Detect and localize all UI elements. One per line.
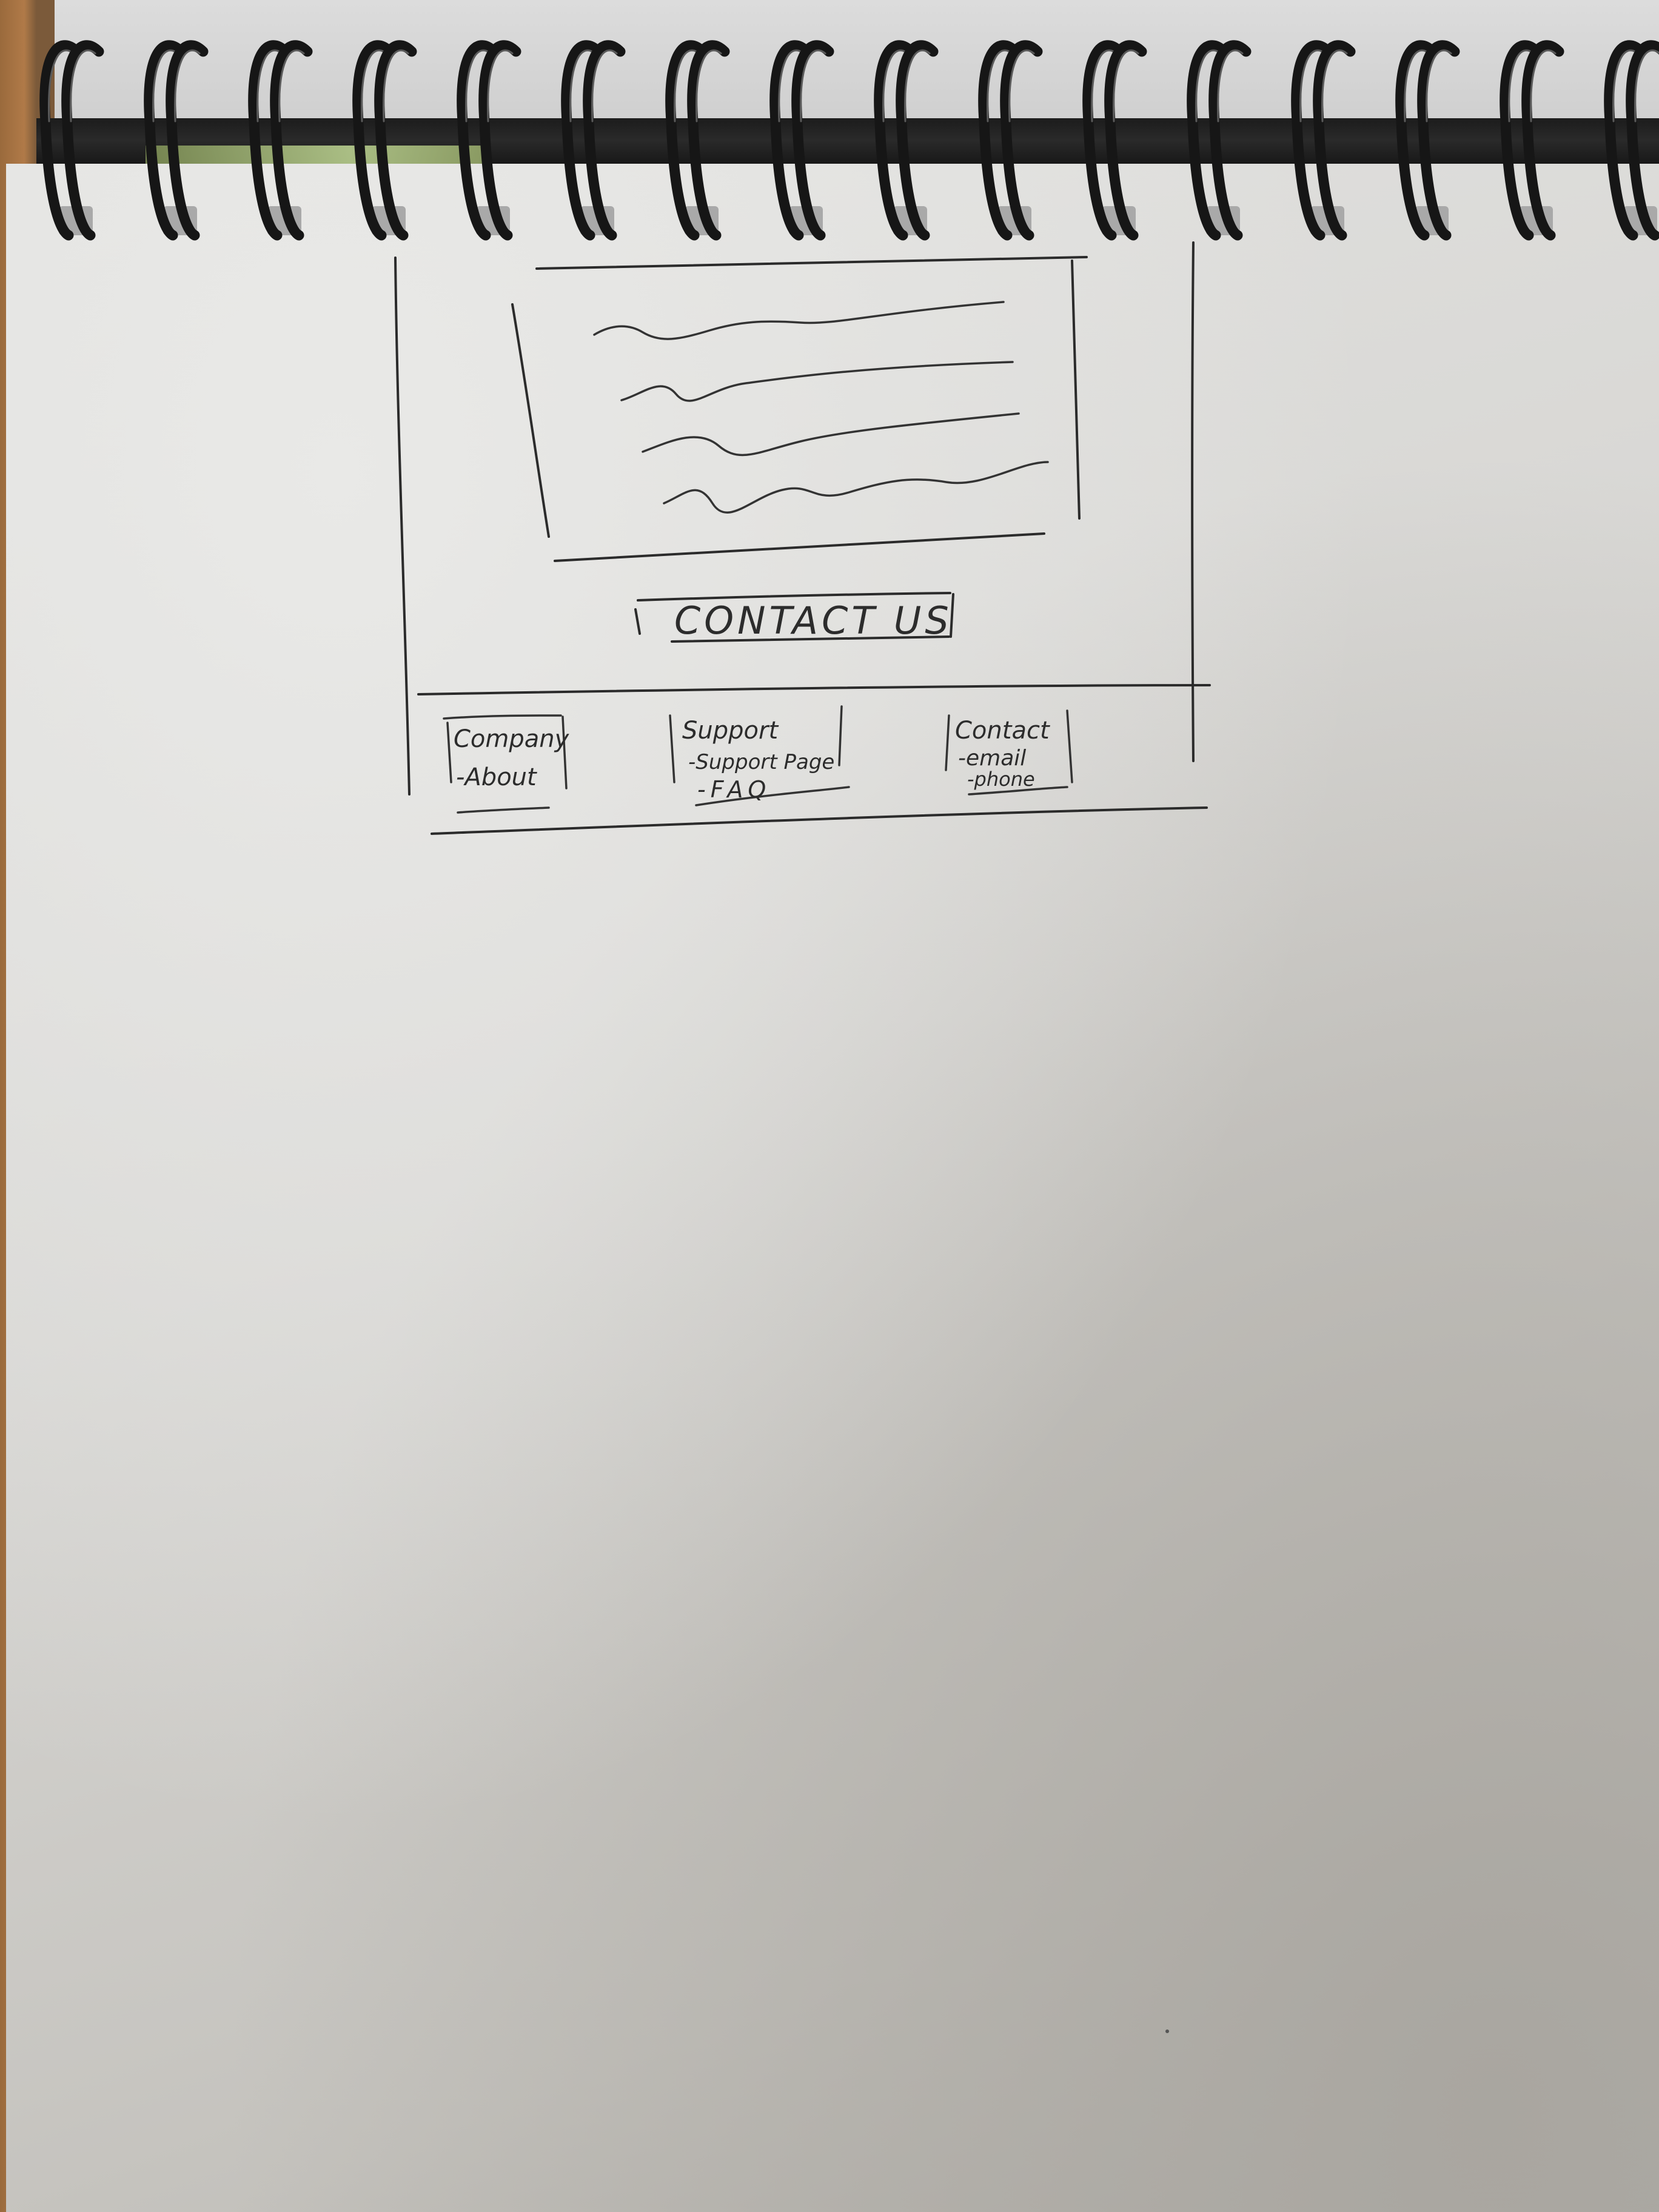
contact-us-button[interactable]: CONTACT US bbox=[634, 592, 954, 643]
paper-speck bbox=[1165, 2029, 1169, 2033]
footer-column-contact: Contact -email -phone bbox=[945, 709, 1073, 796]
footer-link-support-page[interactable]: -Support Page bbox=[688, 750, 834, 774]
footer-link-phone[interactable]: -phone bbox=[967, 768, 1035, 791]
wireframe-bottom-border bbox=[431, 806, 1208, 835]
hero-text-placeholder bbox=[593, 301, 1049, 514]
text-line-3 bbox=[642, 412, 1020, 457]
footer-heading-company: Company bbox=[454, 725, 570, 753]
text-line-2 bbox=[620, 361, 1014, 402]
footer-column-company: Company -About bbox=[443, 714, 570, 814]
wireframe-sketch: CONTACT US Company -About Support -Suppo… bbox=[394, 241, 1211, 2033]
contact-us-label: CONTACT US bbox=[674, 598, 953, 643]
footer-column-support: Support -Support Page -FAQ bbox=[669, 705, 850, 806]
footer-link-email[interactable]: -email bbox=[958, 746, 1026, 771]
footer-heading-support: Support bbox=[682, 717, 779, 745]
footer-divider bbox=[417, 684, 1211, 695]
footer-link-about[interactable]: -About bbox=[456, 763, 537, 791]
notebook-photo: CONTACT US Company -About Support -Suppo… bbox=[0, 0, 1659, 2212]
text-line-1 bbox=[593, 301, 1005, 340]
text-line-4 bbox=[663, 461, 1049, 514]
footer-heading-contact: Contact bbox=[955, 717, 1050, 745]
footer-link-faq[interactable]: -FAQ bbox=[697, 776, 771, 803]
